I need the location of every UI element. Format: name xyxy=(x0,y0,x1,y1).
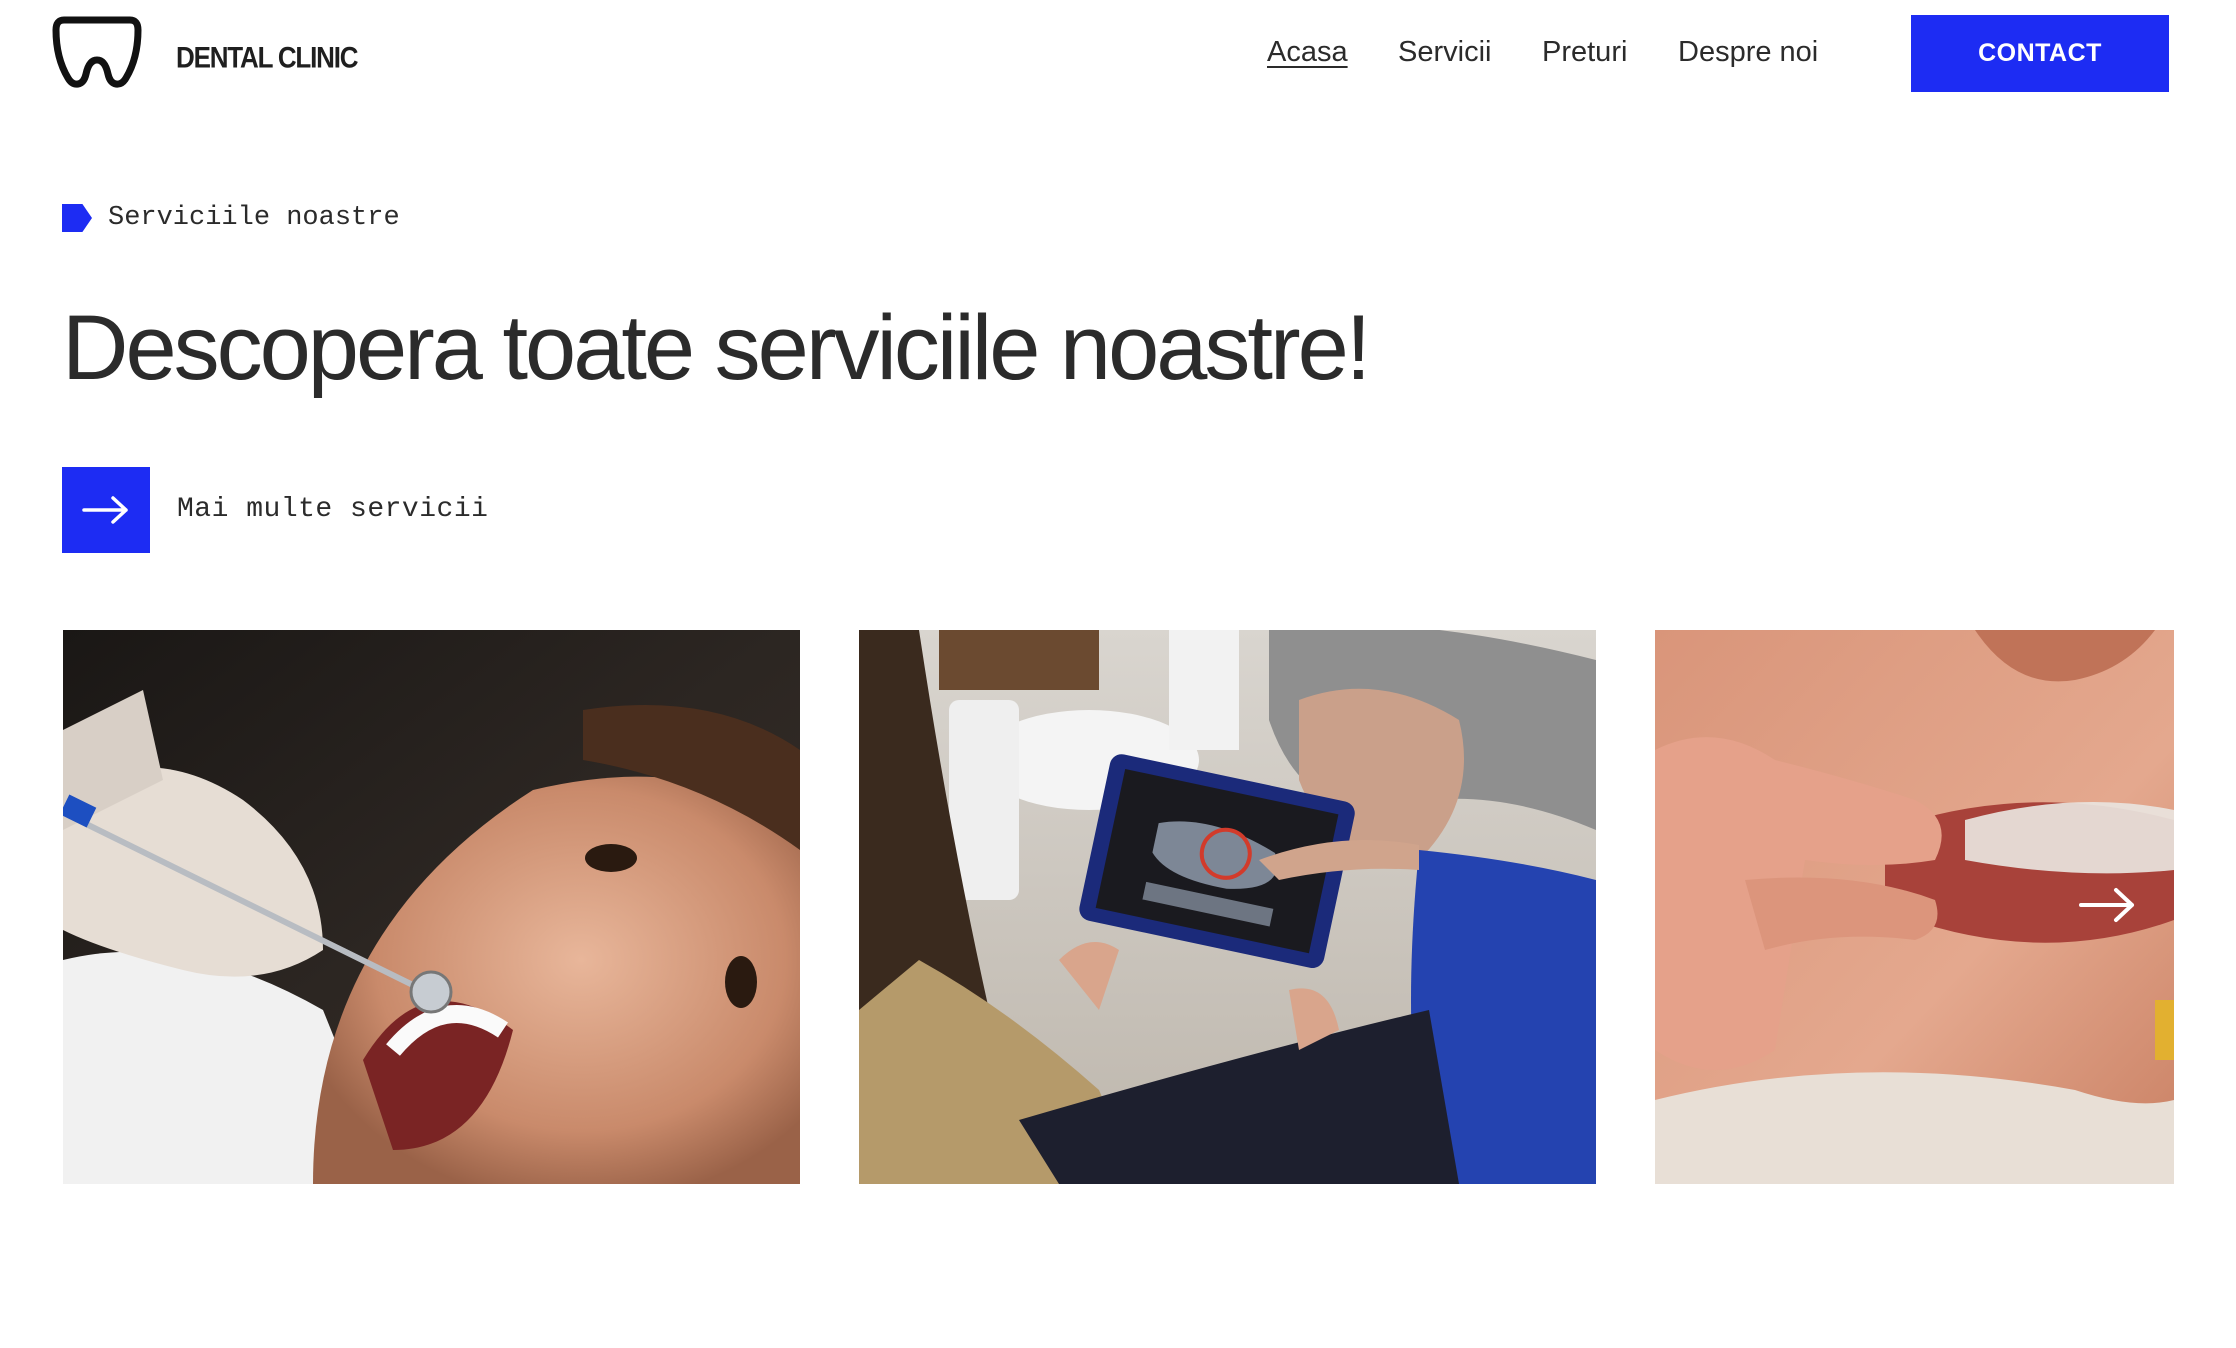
page: DENTAL CLINIC Acasa Servicii Preturi Des… xyxy=(0,0,2236,1348)
service-card-checkup[interactable] xyxy=(63,630,800,1184)
page-title: Descopera toate serviciile noastre! xyxy=(62,297,1371,399)
tag-marker-icon xyxy=(62,204,92,232)
eyebrow-label: Serviciile noastre xyxy=(108,203,400,233)
nav-link-servicii[interactable]: Servicii xyxy=(1398,36,1491,69)
brand-name[interactable]: DENTAL CLINIC xyxy=(176,40,359,76)
more-services-link[interactable]: Mai multe servicii xyxy=(177,494,488,525)
arrow-right-icon xyxy=(82,496,128,524)
service-card-consultation[interactable] xyxy=(859,630,1596,1184)
tooth-logo-icon[interactable] xyxy=(52,14,142,90)
contact-button[interactable]: CONTACT xyxy=(1911,15,2169,92)
dentist-tablet-xray-photo xyxy=(859,630,1596,1184)
nav-link-despre-noi[interactable]: Despre noi xyxy=(1678,36,1818,69)
nav-link-preturi[interactable]: Preturi xyxy=(1542,36,1627,69)
section-eyebrow: Serviciile noastre xyxy=(62,203,400,233)
patient-dental-checkup-photo xyxy=(63,630,800,1184)
more-services-button[interactable] xyxy=(62,467,150,553)
arrow-right-icon[interactable] xyxy=(2078,885,2136,925)
nav-link-acasa[interactable]: Acasa xyxy=(1267,36,1348,69)
